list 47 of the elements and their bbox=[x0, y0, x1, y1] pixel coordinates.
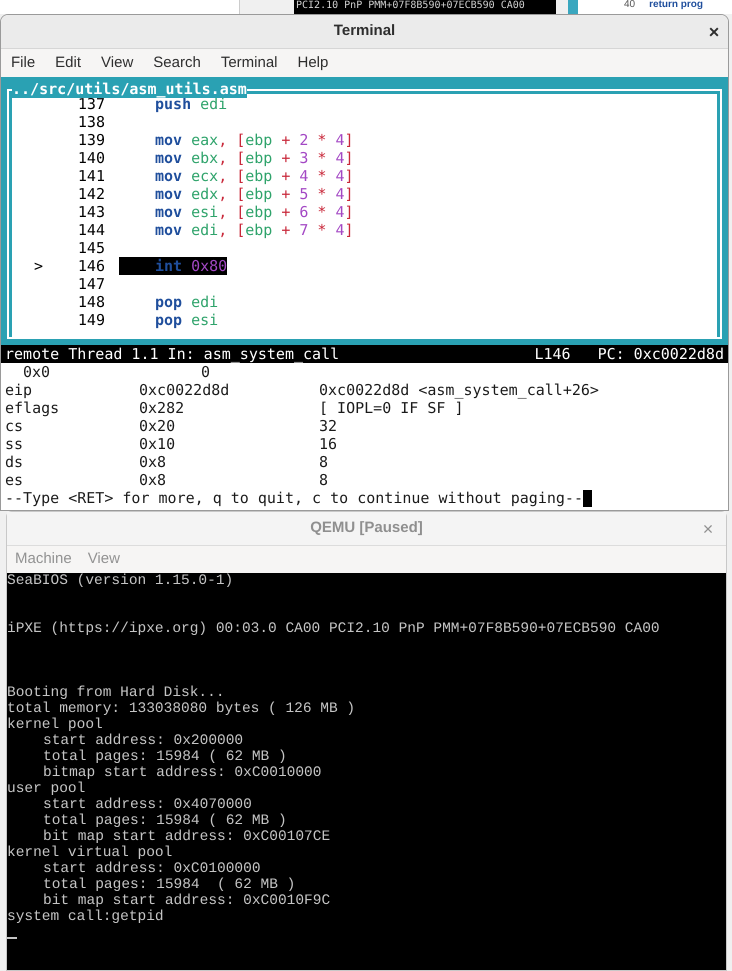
screen-text: start address: 0x4070000 bbox=[43, 797, 252, 813]
line-number: 40 bbox=[624, 0, 636, 12]
code-token: ebp bbox=[245, 130, 272, 151]
code-token: ebp bbox=[245, 166, 272, 187]
screen-text: bit map start address: 0xC00107CE bbox=[43, 829, 330, 845]
close-button[interactable]: × bbox=[704, 22, 724, 42]
code-token: pop bbox=[155, 292, 182, 313]
status-line: L146 bbox=[534, 344, 571, 365]
menu-item[interactable]: File bbox=[11, 52, 36, 74]
code-token: ebp bbox=[245, 202, 272, 223]
code-token: pop bbox=[155, 310, 182, 331]
screen-text: start address: 0x200000 bbox=[43, 733, 244, 749]
screen-text: SeaBIOS (version 1.15.0-1) bbox=[7, 573, 234, 589]
screen-text: user pool bbox=[7, 781, 86, 797]
screen-text: kernel virtual pool bbox=[7, 845, 172, 861]
menu-item[interactable]: Terminal bbox=[220, 52, 278, 74]
screen-text: total memory: 133038080 bytes ( 126 MB ) bbox=[7, 701, 356, 717]
code-text: return prog bbox=[649, 0, 704, 12]
screen-text: iPXE (https://ipxe.org) 00:03.0 CA00 PCI2.10 PnP PMM+07F8B590+07ECB590 CA00 bbox=[7, 621, 660, 637]
screen-text: system call:getpid bbox=[7, 909, 164, 925]
background-window-edge bbox=[568, 0, 578, 14]
code-token: int bbox=[155, 256, 182, 277]
background-terminal-snippet: PCI2.10 PnP PMM+07F8B590+07ECB590 CA00 bbox=[294, 0, 556, 14]
register-name: eflags bbox=[5, 398, 60, 419]
screen-text: total pages: 15984 ( 62 MB ) bbox=[43, 749, 287, 765]
window-title: QEMU [Paused] bbox=[310, 518, 423, 538]
status-pc: PC: 0xc0022d8d bbox=[598, 344, 724, 365]
current-line-marker: > bbox=[33, 256, 44, 277]
code-token: ebp bbox=[245, 148, 272, 169]
screen-text: bitmap start address: 0xC0010000 bbox=[43, 765, 322, 781]
screen-text: total pages: 15984 ( 62 MB ) bbox=[43, 877, 296, 893]
window-title: Terminal bbox=[334, 21, 396, 42]
screen-text: start address: 0xC0100000 bbox=[43, 861, 261, 877]
screen-text: kernel pool bbox=[7, 717, 103, 733]
menu-item[interactable]: View bbox=[101, 52, 134, 74]
screen-text: bit map start address: 0xC0010F9C bbox=[43, 893, 330, 909]
menu-item[interactable]: Edit bbox=[55, 52, 82, 74]
code-token: 0x80 bbox=[191, 256, 228, 277]
source-file-title: ../src/utils/asm_utils.asm bbox=[12, 80, 247, 98]
screen-text: total pages: 15984 ( 62 MB ) bbox=[43, 813, 287, 829]
menu-item[interactable]: Search bbox=[153, 52, 201, 74]
register-value: 0xc0022d8d <asm_system_call+26> bbox=[319, 380, 599, 401]
text-cursor bbox=[582, 490, 592, 506]
menu-item[interactable]: Help bbox=[298, 52, 328, 74]
code-token: ebp bbox=[245, 184, 272, 205]
screen-text: Booting from Hard Disk... bbox=[7, 685, 225, 701]
code-token: ebp bbox=[245, 220, 272, 241]
